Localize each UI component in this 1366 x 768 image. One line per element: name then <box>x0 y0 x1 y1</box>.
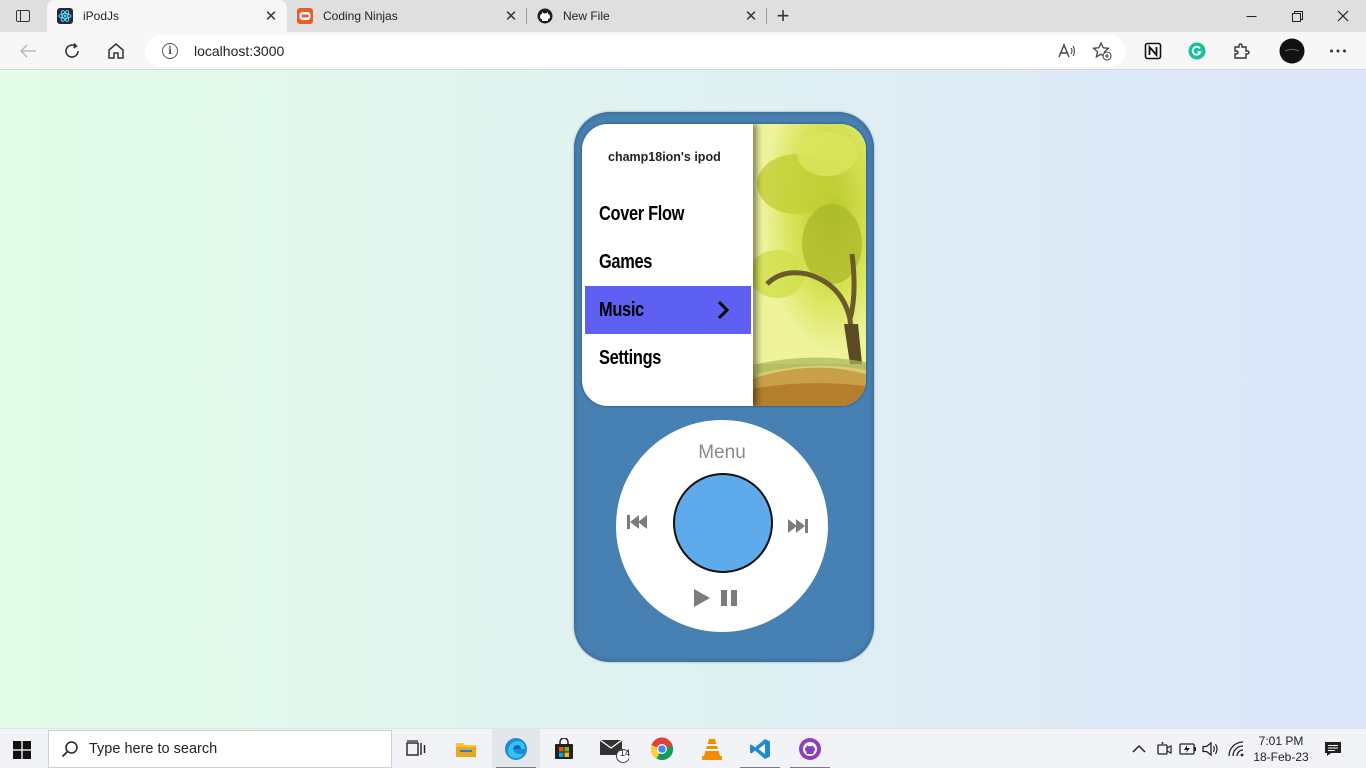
menu-item-label: Games <box>599 250 653 273</box>
vlc-icon[interactable] <box>688 729 736 768</box>
back-button[interactable] <box>12 36 44 66</box>
file-explorer-icon[interactable] <box>442 729 490 768</box>
ipod-menu: champ18ion's ipod Cover Flow Games Music… <box>582 124 753 406</box>
show-hidden-icons-icon[interactable] <box>1130 740 1148 758</box>
clock-time: 7:01 PM <box>1258 734 1304 748</box>
refresh-icon <box>65 42 79 58</box>
tab-title: iPodJs <box>83 9 120 23</box>
notion-icon[interactable] <box>1142 40 1164 62</box>
volume-icon[interactable] <box>1201 740 1221 758</box>
close-icon[interactable]: ✕ <box>261 6 281 26</box>
task-view-icon[interactable] <box>392 729 440 768</box>
search-placeholder: Type here to search <box>89 741 218 757</box>
battery-icon[interactable] <box>1178 740 1198 758</box>
click-wheel[interactable]: Menu <box>616 420 828 632</box>
chevron-right-icon <box>717 300 730 320</box>
extensions-icon[interactable] <box>1230 40 1252 62</box>
menu-item-cover-flow[interactable]: Cover Flow <box>585 190 751 238</box>
restore-button[interactable] <box>1274 0 1320 32</box>
pause-icon[interactable] <box>720 589 738 607</box>
close-icon[interactable]: ✕ <box>741 6 761 26</box>
tab-actions-icon <box>16 10 30 22</box>
menu-item-music[interactable]: Music <box>585 286 751 334</box>
menu-item-label: Cover Flow <box>599 202 685 225</box>
vscode-icon[interactable] <box>736 729 784 768</box>
page-content: champ18ion's ipod Cover Flow Games Music… <box>0 70 1366 728</box>
close-icon[interactable]: ✕ <box>501 6 521 26</box>
ipod-screen: champ18ion's ipod Cover Flow Games Music… <box>582 124 866 406</box>
next-track-icon[interactable] <box>787 518 809 534</box>
microsoft-store-icon[interactable] <box>540 729 588 768</box>
ipod-body: champ18ion's ipod Cover Flow Games Music… <box>574 112 874 662</box>
tab-bar: iPodJs ✕ Coding Ninjas ✕ New File ✕ + <box>0 0 1366 32</box>
refresh-button[interactable] <box>56 36 88 66</box>
minimize-icon <box>1246 15 1256 17</box>
clock-date: 18-Feb-23 <box>1253 750 1309 764</box>
read-aloud-icon[interactable] <box>1057 41 1077 61</box>
tab-actions-button[interactable] <box>10 5 36 27</box>
previous-track-icon[interactable] <box>626 514 648 530</box>
home-button[interactable] <box>100 36 132 66</box>
tab-title: New File <box>563 9 610 23</box>
meet-now-icon[interactable] <box>1155 740 1173 758</box>
info-icon[interactable]: i <box>162 43 178 59</box>
menu-item-games[interactable]: Games <box>585 238 751 286</box>
close-window-button[interactable] <box>1320 0 1366 32</box>
tab-title: Coding Ninjas <box>323 9 398 23</box>
address-text: localhost:3000 <box>194 43 285 59</box>
new-tab-button[interactable]: + <box>770 3 796 28</box>
more-options-icon[interactable] <box>1327 40 1349 62</box>
tab-ipodjs[interactable]: iPodJs ✕ <box>47 0 287 32</box>
address-bar[interactable]: i localhost:3000 <box>145 35 1125 67</box>
minimize-button[interactable] <box>1228 0 1274 32</box>
ipod-title: champ18ion's ipod <box>608 150 721 164</box>
chrome-icon[interactable] <box>638 729 686 768</box>
windows-start-icon[interactable] <box>13 741 31 759</box>
add-favorite-icon[interactable] <box>1092 41 1112 61</box>
menu-item-settings[interactable]: Settings <box>585 334 751 382</box>
browser-toolbar: i localhost:3000 <box>0 32 1366 70</box>
tab-new-file[interactable]: New File ✕ <box>527 0 767 32</box>
profile-avatar[interactable] <box>1279 38 1305 64</box>
menu-item-label: Music <box>599 298 644 321</box>
tab-separator <box>766 8 767 24</box>
mail-icon[interactable]: 14 <box>590 729 638 768</box>
github-desktop-icon[interactable] <box>786 729 834 768</box>
taskbar-clock[interactable]: 7:01 PM 18-Feb-23 <box>1248 733 1314 765</box>
back-arrow-icon <box>19 44 36 58</box>
react-icon <box>57 8 73 24</box>
tab-coding-ninjas[interactable]: Coding Ninjas ✕ <box>287 0 527 32</box>
taskbar-search-box[interactable]: Type here to search <box>48 730 392 768</box>
windows-taskbar: Type here to search 14 7:01 PM 18-Feb-23 <box>0 728 1366 768</box>
home-icon <box>108 43 124 59</box>
menu-item-label: Settings <box>599 346 662 369</box>
play-icon[interactable] <box>692 588 712 608</box>
wifi-icon[interactable] <box>1226 740 1246 758</box>
restore-icon <box>1291 10 1303 22</box>
close-icon <box>1337 10 1349 22</box>
notification-center-icon[interactable] <box>1322 740 1344 758</box>
wheel-menu-button[interactable]: Menu <box>616 442 828 464</box>
coding-ninjas-icon <box>297 8 313 24</box>
github-icon <box>537 8 553 24</box>
select-button[interactable] <box>673 473 773 573</box>
edge-browser-icon[interactable] <box>492 729 540 768</box>
mail-badge: 14 <box>619 748 630 758</box>
search-icon <box>61 741 78 758</box>
grammarly-icon[interactable] <box>1186 40 1208 62</box>
